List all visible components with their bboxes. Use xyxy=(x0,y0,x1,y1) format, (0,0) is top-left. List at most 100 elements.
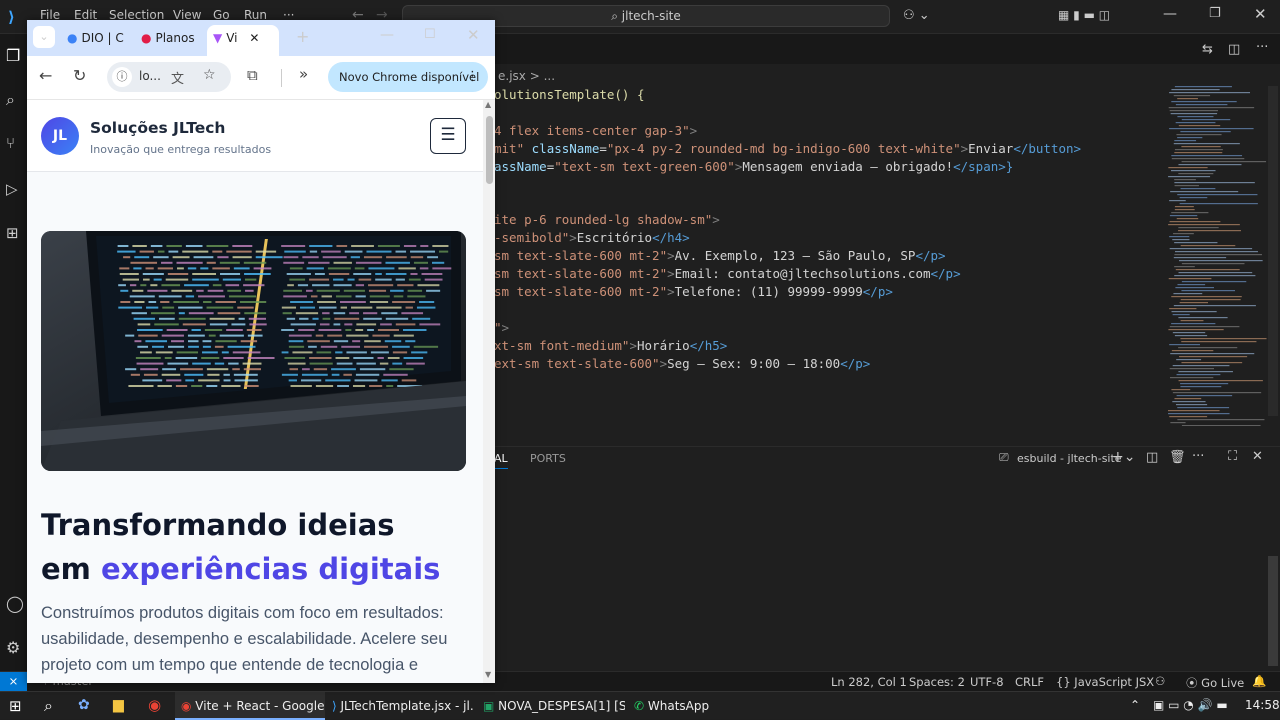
bookmark-star-icon[interactable]: ☆ xyxy=(203,67,216,83)
code-line[interactable]: "> xyxy=(494,319,509,337)
file-explorer-icon[interactable]: ▆ xyxy=(113,697,124,713)
taskbar-app[interactable]: ◉ Vite + React - Google ... xyxy=(175,692,325,720)
maximize-icon[interactable]: ☐ xyxy=(424,27,436,42)
tab-ports[interactable]: PORTS xyxy=(530,452,566,465)
update-chrome-button[interactable]: Novo Chrome disponível ⋮ xyxy=(328,62,488,92)
close-panel-icon[interactable]: ✕ xyxy=(1252,449,1263,464)
translate-icon[interactable]: ⽂ xyxy=(171,68,184,87)
extensions-icon[interactable]: ⧉ xyxy=(247,66,258,84)
menu-kebab-icon[interactable]: ⋮ xyxy=(466,62,479,92)
terminal-scrollbar[interactable] xyxy=(1268,556,1278,666)
notifications-icon[interactable]: 🔔 xyxy=(1252,674,1266,688)
settings-gear-icon[interactable]: ⚙ xyxy=(6,638,20,657)
split-editor-icon[interactable]: ◫ xyxy=(1228,42,1240,57)
cursor-position[interactable]: Ln 282, Col 1 xyxy=(831,675,907,689)
terminal-name[interactable]: esbuild - jltech-site xyxy=(1017,452,1122,465)
close-icon[interactable]: ✕ xyxy=(467,26,480,44)
language-mode[interactable]: {} JavaScript JSX xyxy=(1056,675,1154,689)
code-editor[interactable]: olutionsTemplate() { 4 flex items-center … xyxy=(494,86,1154,446)
reload-icon[interactable]: ↻ xyxy=(73,66,86,85)
layout-icon[interactable]: ▦ ▮ ▬ ◫ xyxy=(1058,8,1110,22)
scroll-up-icon[interactable]: ▲ xyxy=(485,100,491,109)
code-line[interactable]: sm text-slate-600 mt-2">Telefone: (11) 9… xyxy=(494,283,893,301)
page-scrollbar[interactable]: ▲ ▼ xyxy=(483,100,495,683)
go-live-button[interactable]: ⦿ Go Live xyxy=(1186,675,1244,691)
editor-scrollbar[interactable] xyxy=(1268,86,1278,416)
screen-code-glyph xyxy=(333,323,341,326)
windows-start-icon[interactable]: ⊞ xyxy=(9,697,22,715)
restore-window-icon[interactable]: ❐ xyxy=(1209,6,1221,21)
screen-code-glyph xyxy=(196,289,204,292)
chrome-pinned-icon[interactable]: ◉ xyxy=(148,696,161,714)
copilot-app-icon[interactable]: ✿ xyxy=(78,697,90,713)
clock[interactable]: 14:58 xyxy=(1245,698,1280,712)
code-line[interactable]: ite p-6 rounded-lg shadow-sm"> xyxy=(494,211,720,229)
tab-active[interactable]: ▼ Vi ✕ xyxy=(207,25,279,56)
hamburger-menu-button[interactable]: ☰ xyxy=(430,118,466,154)
new-tab-icon[interactable]: + xyxy=(296,27,309,46)
code-line[interactable]: assName="text-sm text-green-600">Mensage… xyxy=(494,158,1013,176)
logo-avatar[interactable]: JL xyxy=(41,117,79,155)
code-line[interactable]: olutionsTemplate() { xyxy=(494,86,645,104)
site-info-icon[interactable]: ⓘ xyxy=(112,67,132,87)
tab-terminal[interactable]: AL xyxy=(494,452,508,469)
code-line[interactable]: -semibold">Escritório</h4> xyxy=(494,229,690,247)
close-window-icon[interactable]: ✕ xyxy=(1254,5,1267,23)
screen-code-glyph xyxy=(333,312,346,315)
overflow-chevron-icon[interactable]: » xyxy=(299,65,308,83)
tray-chevron-icon[interactable]: ⌃ xyxy=(1130,698,1140,712)
remote-indicator[interactable]: ⨯ xyxy=(0,672,27,692)
minimap-line xyxy=(1177,98,1198,100)
taskbar-app[interactable]: ✆ WhatsApp xyxy=(628,692,716,720)
indentation[interactable]: Spaces: 2 xyxy=(909,675,965,689)
tab-search-button[interactable]: ⌄ xyxy=(33,26,55,48)
screen-code-glyph xyxy=(130,373,140,376)
code-line[interactable]: mit" className="px-4 py-2 rounded-md bg-… xyxy=(494,140,1081,158)
code-line[interactable]: 4 flex items-center gap-3"> xyxy=(494,122,697,140)
extensions-icon[interactable]: ⊞ xyxy=(6,224,19,242)
tray-icons[interactable]: ▣ ▭ ◔ 🔊 ▬ xyxy=(1153,698,1228,712)
minimize-window-icon[interactable]: — xyxy=(1163,6,1177,22)
code-line[interactable]: sm text-slate-600 mt-2">Email: contato@j… xyxy=(494,265,961,283)
screen-code-glyph xyxy=(315,385,334,387)
minimap[interactable] xyxy=(1160,86,1270,426)
browser-tab[interactable]: ● DIO | C xyxy=(67,25,139,56)
scroll-thumb[interactable] xyxy=(486,116,493,184)
explorer-icon[interactable]: ❐ xyxy=(6,46,20,65)
screen-code-glyph xyxy=(203,301,212,303)
screen-code-glyph xyxy=(351,245,374,247)
breadcrumb[interactable]: e.jsx > ... xyxy=(494,66,1154,86)
kill-terminal-icon[interactable]: 🗑 xyxy=(1169,450,1186,465)
line-ending[interactable]: CRLF xyxy=(1015,675,1044,689)
browser-tab[interactable]: ● Planos xyxy=(141,25,213,56)
screen-code-glyph xyxy=(288,334,312,337)
back-icon[interactable]: ← xyxy=(39,66,52,85)
more-icon[interactable]: ··· xyxy=(1192,449,1204,464)
scroll-down-icon[interactable]: ▼ xyxy=(485,670,491,679)
web-page[interactable]: JL Soluções JLTech Inovação que entrega … xyxy=(27,100,495,683)
close-tab-icon[interactable]: ✕ xyxy=(246,31,259,45)
taskbar-app[interactable]: ⟩ JLTechTemplate.jsx - jl... xyxy=(326,692,474,720)
copilot-icon[interactable]: ⚇ ⌄ xyxy=(903,8,930,23)
run-debug-icon[interactable]: ▷ xyxy=(6,180,18,198)
encoding[interactable]: UTF-8 xyxy=(970,675,1004,689)
screen-code-glyph xyxy=(234,379,258,382)
screen-code-glyph xyxy=(232,256,252,259)
maximize-panel-icon[interactable]: ⛶ xyxy=(1228,449,1237,464)
source-control-icon[interactable]: ⑂ xyxy=(6,134,15,152)
code-line[interactable]: xt-sm font-medium">Horário</h5> xyxy=(494,337,727,355)
compare-changes-icon[interactable]: ⇆ xyxy=(1202,42,1213,57)
split-terminal-icon[interactable]: ◫ xyxy=(1146,450,1158,465)
new-terminal-icon[interactable]: +⌄ xyxy=(1112,449,1135,465)
brand-name[interactable]: Soluções JLTech xyxy=(90,119,225,137)
code-line[interactable]: ext-sm text-slate-600">Seg — Sex: 9:00 —… xyxy=(494,355,870,373)
taskbar-app[interactable]: ▣ NOVA_DESPESA[1] [S... xyxy=(477,692,625,720)
copilot-status-icon[interactable]: ⚇ xyxy=(1155,674,1165,688)
minimize-icon[interactable]: — xyxy=(380,27,394,43)
search-icon[interactable]: ⌕ xyxy=(44,696,53,716)
more-actions-icon[interactable]: ··· xyxy=(1256,40,1268,55)
search-icon[interactable]: ⌕ xyxy=(6,90,15,110)
account-icon[interactable]: ◯ xyxy=(6,594,24,613)
code-line[interactable]: sm text-slate-600 mt-2">Av. Exemplo, 123… xyxy=(494,247,946,265)
address-bar[interactable]: ⓘ lo... ⽂ ☆ xyxy=(107,62,231,92)
